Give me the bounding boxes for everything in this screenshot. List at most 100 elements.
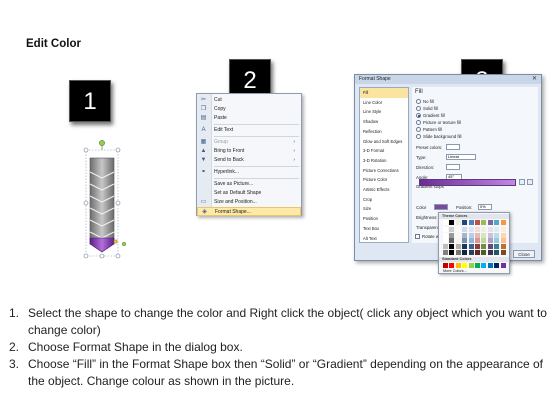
color-swatch[interactable] <box>455 249 461 255</box>
color-picker-button[interactable] <box>434 204 448 210</box>
color-swatch[interactable] <box>468 220 474 225</box>
standard-color-swatch[interactable] <box>443 263 448 268</box>
color-swatch[interactable] <box>487 249 493 255</box>
color-swatch[interactable] <box>487 232 493 238</box>
color-swatch[interactable] <box>500 238 506 244</box>
radio-picture-fill[interactable] <box>416 120 421 125</box>
direction-dropdown[interactable] <box>446 164 460 170</box>
color-swatch[interactable] <box>481 220 487 225</box>
color-swatch[interactable] <box>494 249 500 255</box>
standard-color-swatch[interactable] <box>500 263 506 268</box>
preset-colors-dropdown[interactable] <box>446 144 460 150</box>
color-swatch[interactable] <box>462 238 468 244</box>
radio-solid-fill[interactable] <box>416 106 421 111</box>
color-swatch[interactable] <box>487 238 493 244</box>
add-stop-icon[interactable] <box>519 179 525 185</box>
menu-item-bring-to-front[interactable]: ▲ Bring to Front › <box>197 147 301 156</box>
color-swatch[interactable] <box>494 243 500 249</box>
menu-item-save-as-picture[interactable]: Save as Picture... <box>197 180 301 189</box>
rotate-checkbox[interactable] <box>415 234 420 239</box>
color-swatch[interactable] <box>449 249 455 255</box>
remove-stop-icon[interactable] <box>527 179 533 185</box>
color-swatch[interactable] <box>443 249 448 255</box>
menu-item-cut[interactable]: ✂ Cut <box>197 96 301 105</box>
color-swatch[interactable] <box>494 220 500 225</box>
color-swatch[interactable] <box>449 238 455 244</box>
color-swatch[interactable] <box>462 232 468 238</box>
gradient-stops-bar[interactable] <box>419 179 516 186</box>
menu-item-paste[interactable]: ▤ Paste <box>197 114 301 123</box>
color-swatch[interactable] <box>481 243 487 249</box>
color-swatch[interactable] <box>462 220 468 225</box>
color-swatch[interactable] <box>487 220 493 225</box>
color-swatch[interactable] <box>443 232 448 238</box>
close-button[interactable]: Close <box>513 250 535 258</box>
color-swatch[interactable] <box>487 227 493 233</box>
type-dropdown[interactable]: Linear <box>446 154 476 160</box>
menu-item-edit-text[interactable]: A Edit Text <box>197 126 301 135</box>
color-swatch[interactable] <box>462 227 468 233</box>
category-alt-text[interactable]: Alt Text <box>360 234 408 244</box>
close-icon[interactable]: ✕ <box>530 76 539 83</box>
color-swatch[interactable] <box>494 232 500 238</box>
color-swatch[interactable] <box>468 227 474 233</box>
color-swatch[interactable] <box>500 249 506 255</box>
standard-color-swatch[interactable] <box>494 263 500 268</box>
color-swatch[interactable] <box>487 243 493 249</box>
color-swatch[interactable] <box>455 232 461 238</box>
color-swatch[interactable] <box>475 220 480 225</box>
standard-color-swatch[interactable] <box>487 263 493 268</box>
color-swatch[interactable] <box>500 227 506 233</box>
radio-no-fill[interactable] <box>416 99 421 104</box>
standard-color-swatch[interactable] <box>449 263 455 268</box>
color-swatch[interactable] <box>449 227 455 233</box>
menu-item-copy[interactable]: ❐ Copy <box>197 105 301 114</box>
color-swatch[interactable] <box>462 243 468 249</box>
menu-item-send-to-back[interactable]: ▼ Send to Back › <box>197 156 301 165</box>
menu-item-group[interactable]: ▦ Group › <box>197 138 301 147</box>
selected-arrow-shape[interactable] <box>72 138 132 268</box>
color-swatch[interactable] <box>494 227 500 233</box>
color-swatch[interactable] <box>449 232 455 238</box>
color-swatch[interactable] <box>449 243 455 249</box>
standard-color-swatch[interactable] <box>481 263 487 268</box>
radio-slide-background-fill[interactable] <box>416 134 421 139</box>
color-swatch[interactable] <box>455 243 461 249</box>
color-swatch[interactable] <box>475 227 480 233</box>
color-swatch[interactable] <box>494 238 500 244</box>
color-swatch[interactable] <box>468 238 474 244</box>
menu-item-set-default-shape[interactable]: Set as Default Shape <box>197 189 301 198</box>
color-swatch[interactable] <box>443 220 448 225</box>
menu-item-size-position[interactable]: ▭ Size and Position... <box>197 198 301 207</box>
standard-color-swatch[interactable] <box>462 263 468 268</box>
menu-item-hyperlink[interactable]: ⚭ Hyperlink... <box>197 168 301 177</box>
color-swatch[interactable] <box>455 220 461 225</box>
color-swatch[interactable] <box>481 249 487 255</box>
color-swatch[interactable] <box>468 243 474 249</box>
standard-color-swatch[interactable] <box>455 263 461 268</box>
standard-color-swatch[interactable] <box>475 263 480 268</box>
color-swatch[interactable] <box>481 232 487 238</box>
color-swatch[interactable] <box>475 238 480 244</box>
color-swatch[interactable] <box>443 227 448 233</box>
radio-gradient-fill[interactable] <box>416 113 421 118</box>
color-swatch[interactable] <box>500 220 506 225</box>
color-swatch[interactable] <box>462 249 468 255</box>
color-swatch[interactable] <box>475 232 480 238</box>
radio-pattern-fill[interactable] <box>416 127 421 132</box>
color-swatch[interactable] <box>449 220 455 225</box>
color-swatch[interactable] <box>468 249 474 255</box>
standard-color-swatch[interactable] <box>468 263 474 268</box>
more-colors-link[interactable]: More Colors... <box>443 269 467 273</box>
position-input[interactable]: 0% <box>478 204 492 210</box>
color-swatch[interactable] <box>500 243 506 249</box>
color-swatch[interactable] <box>475 249 480 255</box>
color-swatch[interactable] <box>443 243 448 249</box>
color-swatch[interactable] <box>455 227 461 233</box>
color-swatch[interactable] <box>475 243 480 249</box>
color-swatch[interactable] <box>443 238 448 244</box>
color-swatch[interactable] <box>468 232 474 238</box>
color-swatch[interactable] <box>481 238 487 244</box>
color-swatch[interactable] <box>455 238 461 244</box>
menu-item-format-shape[interactable]: ◈ Format Shape... <box>197 207 301 216</box>
